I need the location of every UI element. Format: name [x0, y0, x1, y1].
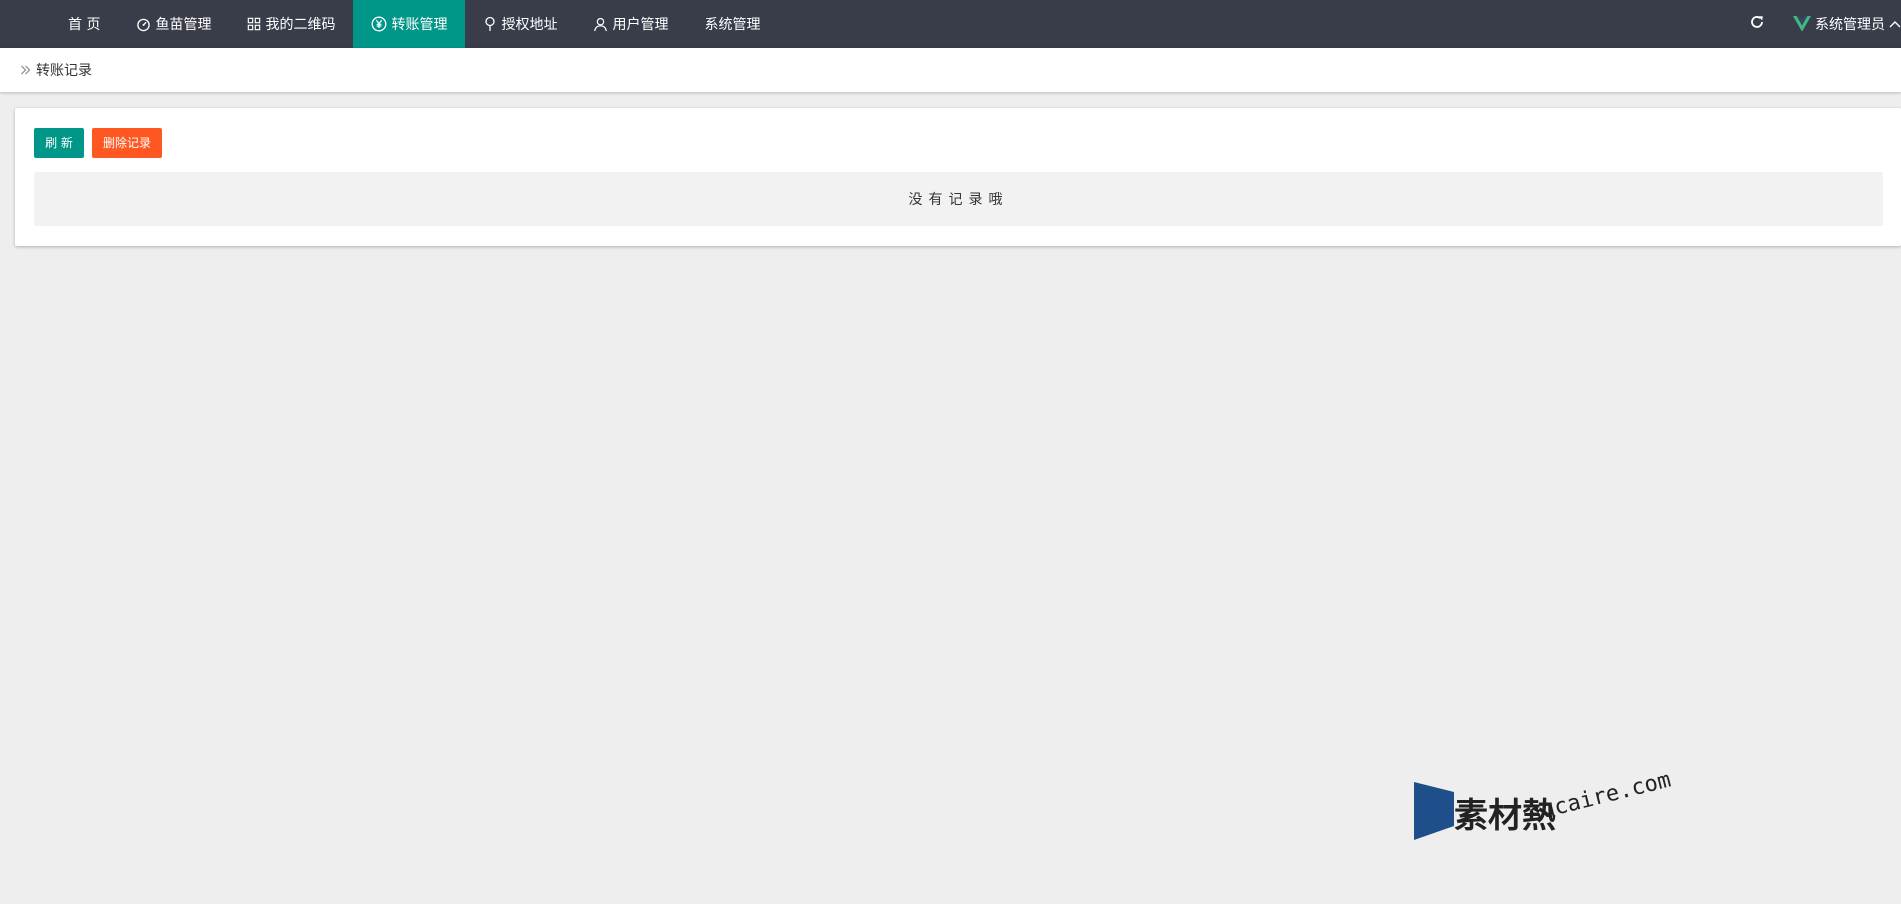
nav-item-home[interactable]: 首 页: [50, 0, 118, 48]
double-chevron-right-icon: [20, 64, 32, 76]
top-navbar: 首 页 鱼苗管理 我的二维码 转账管理 授权地址 用户管理 系统管理 系统管理员: [0, 0, 1901, 48]
header-right: 系统管理员: [1741, 0, 1901, 48]
breadcrumb: 转账记录: [0, 48, 1901, 92]
watermark-en-text: sucaire.com: [1525, 767, 1674, 827]
nav-item-label: 用户管理: [612, 17, 669, 33]
nav-item-label: 鱼苗管理: [155, 17, 212, 33]
watermark: 素材熱 sucaire.com: [1414, 767, 1674, 848]
records-card: 刷 新 删除记录 没有记录哦: [15, 108, 1901, 246]
breadcrumb-current: 转账记录: [36, 63, 92, 79]
empty-state: 没有记录哦: [34, 172, 1883, 226]
nav-item-fry-management[interactable]: 鱼苗管理: [118, 0, 229, 48]
refresh-button[interactable]: 刷 新: [34, 128, 84, 158]
refresh-icon: [1749, 14, 1765, 34]
user-icon: [593, 17, 608, 32]
dashboard-icon: [136, 17, 151, 32]
nav-item-label: 系统管理: [704, 17, 761, 33]
nav-item-label: 我的二维码: [265, 17, 336, 33]
chevron-up-icon: [1889, 19, 1901, 29]
nav-item-label: 转账管理: [391, 17, 448, 33]
location-pin-icon: [483, 16, 497, 32]
user-name: 系统管理员: [1815, 17, 1885, 33]
vue-logo-icon: [1793, 16, 1811, 32]
delete-records-button[interactable]: 删除记录: [92, 128, 162, 158]
nav-item-system-management[interactable]: 系统管理: [686, 0, 778, 48]
nav-item-label: 授权地址: [501, 17, 558, 33]
nav-item-user-management[interactable]: 用户管理: [575, 0, 686, 48]
user-menu[interactable]: 系统管理员: [1793, 0, 1901, 48]
nav-item-label: 首 页: [68, 17, 101, 33]
nav-item-authorized-address[interactable]: 授权地址: [465, 0, 575, 48]
watermark-logo-icon: [1414, 782, 1456, 844]
nav-item-transfer-management[interactable]: 转账管理: [353, 0, 466, 48]
yen-circle-icon: [371, 16, 387, 32]
nav-item-my-qrcode[interactable]: 我的二维码: [229, 0, 353, 48]
refresh-page-button[interactable]: [1741, 0, 1773, 48]
app-grid-icon: [247, 17, 261, 31]
main-nav: 首 页 鱼苗管理 我的二维码 转账管理 授权地址 用户管理 系统管理: [50, 0, 778, 48]
